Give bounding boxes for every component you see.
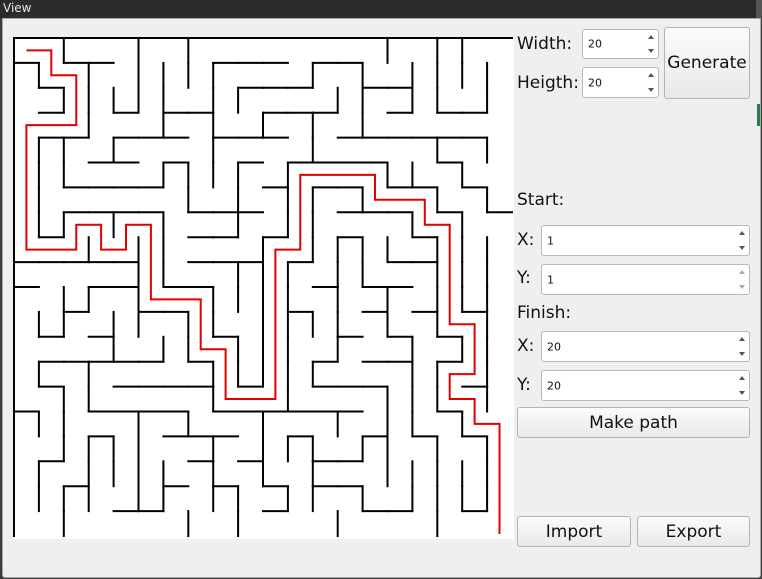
title-bar: View	[0, 0, 762, 18]
width-increment-arrow-icon[interactable]	[646, 32, 656, 44]
width-value: 20	[588, 37, 602, 51]
finish-y-label: Y:	[517, 375, 531, 395]
maze-canvas	[13, 37, 513, 537]
width-spinbox[interactable]: 20	[582, 29, 659, 59]
window-edge-accent	[757, 104, 760, 126]
start-x-label: X:	[517, 230, 535, 250]
finish-y-spinbox[interactable]: 20	[541, 370, 750, 401]
start-y-spinbox[interactable]: 1	[541, 264, 750, 295]
export-button[interactable]: Export	[637, 516, 750, 547]
generate-button[interactable]: Generate	[664, 27, 750, 99]
window-title: View	[3, 1, 32, 15]
main-window: Width: 20 Heigth: 20 Generate Start: X: …	[2, 18, 761, 578]
finish-label: Finish:	[517, 303, 572, 323]
start-y-increment-arrow-icon[interactable]	[737, 267, 747, 280]
height-decrement-arrow-icon[interactable]	[646, 83, 656, 96]
height-value: 20	[588, 76, 602, 89]
height-label: Heigth:	[517, 73, 579, 93]
finish-x-decrement-arrow-icon[interactable]	[737, 347, 747, 360]
make-path-button[interactable]: Make path	[517, 407, 750, 438]
width-decrement-arrow-icon[interactable]	[646, 44, 656, 56]
start-label: Start:	[517, 190, 565, 210]
finish-x-spinbox[interactable]: 20	[541, 331, 750, 362]
start-y-decrement-arrow-icon[interactable]	[737, 280, 747, 293]
height-spinbox[interactable]: 20	[582, 67, 659, 98]
finish-y-value: 20	[547, 379, 561, 392]
finish-y-increment-arrow-icon[interactable]	[737, 373, 747, 386]
maze-view[interactable]	[13, 37, 514, 539]
start-y-value: 1	[547, 273, 554, 286]
finish-x-value: 20	[547, 340, 561, 353]
start-x-spinbox[interactable]: 1	[541, 225, 750, 256]
finish-x-label: X:	[517, 336, 535, 356]
height-increment-arrow-icon[interactable]	[646, 70, 656, 83]
start-x-decrement-arrow-icon[interactable]	[737, 241, 747, 254]
start-y-label: Y:	[517, 268, 531, 288]
width-label: Width:	[517, 34, 573, 54]
window-edge	[756, 0, 762, 18]
start-x-value: 1	[547, 234, 554, 247]
import-button[interactable]: Import	[517, 516, 631, 547]
start-x-increment-arrow-icon[interactable]	[737, 228, 747, 241]
finish-x-increment-arrow-icon[interactable]	[737, 334, 747, 347]
finish-y-decrement-arrow-icon[interactable]	[737, 386, 747, 399]
